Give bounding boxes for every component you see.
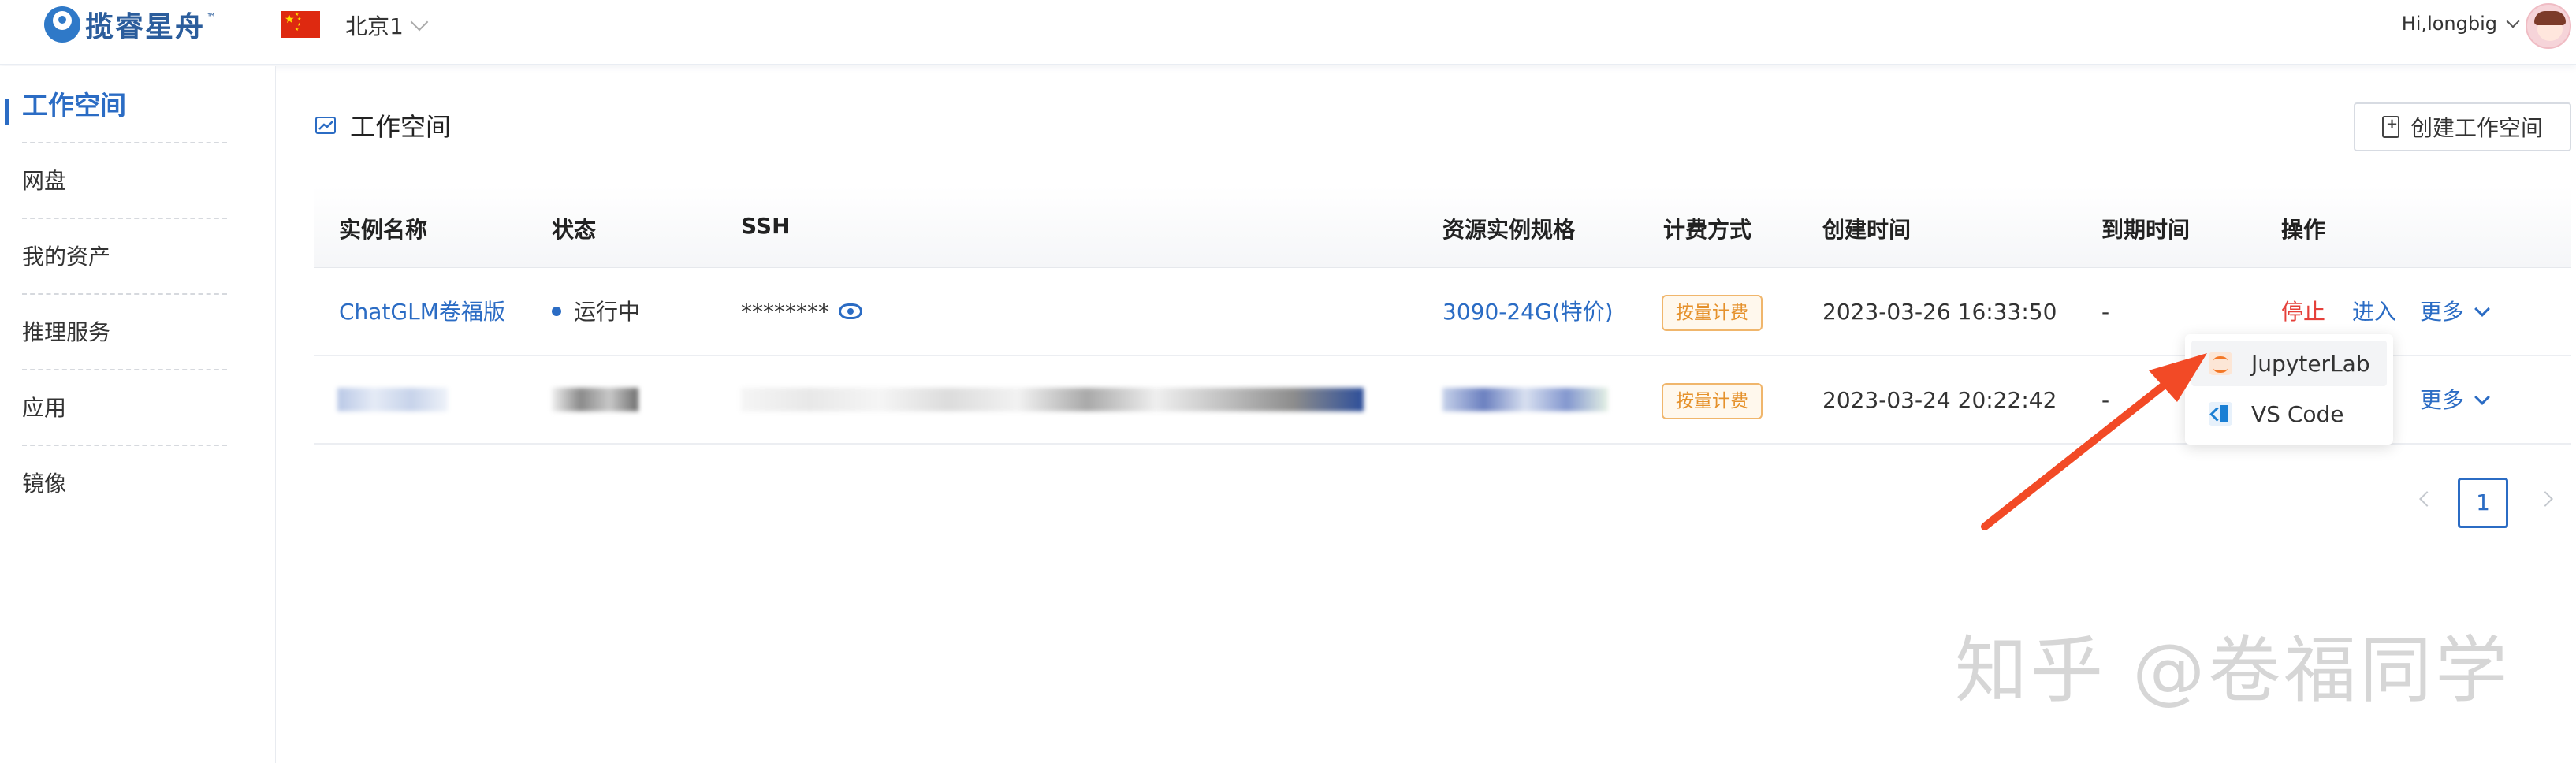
eye-icon[interactable]: [839, 303, 862, 319]
create-workspace-label: 创建工作空间: [2410, 115, 2543, 141]
region-label: 北京1: [345, 13, 404, 39]
chevron-down-icon: [2474, 301, 2490, 317]
more-label: 更多: [2420, 387, 2465, 413]
expire-time: -: [2101, 299, 2110, 325]
region-selector[interactable]: 北京1: [345, 9, 429, 41]
create-workspace-button[interactable]: 创建工作空间: [2354, 102, 2571, 151]
annotation-arrow-icon: [1981, 353, 2207, 530]
column-header-expires: 到期时间: [2101, 217, 2191, 243]
logo-icon: [44, 6, 80, 43]
chart-icon: [315, 117, 336, 134]
china-flag-icon: ★ ★ ★ ★ ★: [281, 11, 320, 38]
user-menu[interactable]: Hi,longbig: [2401, 13, 2520, 35]
page-header: 工作空间: [315, 107, 451, 143]
logo-text: 揽睿星舟: [85, 11, 206, 43]
sidebar-item-inference[interactable]: 推理服务: [22, 295, 227, 370]
page-title: 工作空间: [350, 112, 452, 142]
more-button[interactable]: 更多: [2420, 356, 2490, 445]
column-header-name: 实例名称: [339, 217, 428, 243]
sidebar-item-my-assets[interactable]: 我的资产: [22, 219, 227, 295]
column-header-actions: 操作: [2281, 217, 2326, 243]
spec-link[interactable]: 3090-24G(特价): [1442, 268, 1614, 356]
more-label: 更多: [2420, 299, 2465, 325]
previous-page-icon[interactable]: [2419, 491, 2435, 507]
logo-trademark: ™: [207, 12, 217, 23]
sidebar-item-images[interactable]: 镜像: [22, 446, 227, 522]
column-header-created: 创建时间: [1822, 217, 1912, 243]
watermark: 知乎 @卷福同学: [1955, 628, 2511, 713]
created-time: 2023-03-26 16:33:50: [1822, 299, 2057, 325]
column-header-ssh: SSH: [741, 213, 791, 239]
chevron-down-icon: [2474, 389, 2490, 405]
column-header-status: 状态: [552, 217, 597, 243]
instance-name-link[interactable]: ChatGLM卷福版: [339, 268, 505, 356]
table-header: 实例名称 状态 SSH 资源实例规格 计费方式 创建时间 到期时间 操作: [314, 186, 2571, 268]
logo[interactable]: 揽睿星舟 ™: [44, 5, 216, 44]
user-greeting: Hi,longbig: [2401, 13, 2497, 35]
more-button[interactable]: 更多: [2420, 268, 2490, 356]
ssh-cell: ********: [741, 268, 862, 356]
sidebar-item-workspace[interactable]: 工作空间: [22, 68, 227, 143]
sidebar: 工作空间 网盘 我的资产 推理服务 应用 镜像: [0, 66, 276, 763]
redacted-ssh: [741, 388, 1364, 411]
sidebar-item-apps[interactable]: 应用: [22, 370, 227, 446]
status-cell: 运行中: [552, 268, 640, 356]
status-text: 运行中: [574, 299, 641, 325]
page-number[interactable]: 1: [2458, 478, 2508, 528]
redacted-status: [552, 388, 638, 411]
add-document-icon: [2381, 116, 2399, 138]
column-header-spec: 资源实例规格: [1442, 217, 1576, 243]
menu-item-label: JupyterLab: [2251, 350, 2370, 377]
chevron-down-icon: [2506, 14, 2520, 28]
next-page-icon[interactable]: [2537, 491, 2553, 507]
top-header: 揽睿星舟 ™ ★ ★ ★ ★ ★ 北京1 Hi,longbig: [0, 0, 2576, 65]
billing-badge: 按量计费: [1662, 295, 1763, 331]
sidebar-item-netdisk[interactable]: 网盘: [22, 143, 227, 219]
menu-item-label: VS Code: [2251, 400, 2344, 427]
redacted-spec: [1442, 388, 1608, 411]
redacted-name: [337, 388, 448, 411]
ssh-masked: ********: [741, 299, 829, 325]
chevron-down-icon: [410, 13, 429, 32]
billing-badge: 按量计费: [1662, 383, 1763, 419]
active-indicator: [5, 99, 9, 125]
avatar[interactable]: [2526, 3, 2571, 49]
column-header-billing: 计费方式: [1663, 217, 1752, 243]
status-dot-icon: [552, 307, 561, 316]
